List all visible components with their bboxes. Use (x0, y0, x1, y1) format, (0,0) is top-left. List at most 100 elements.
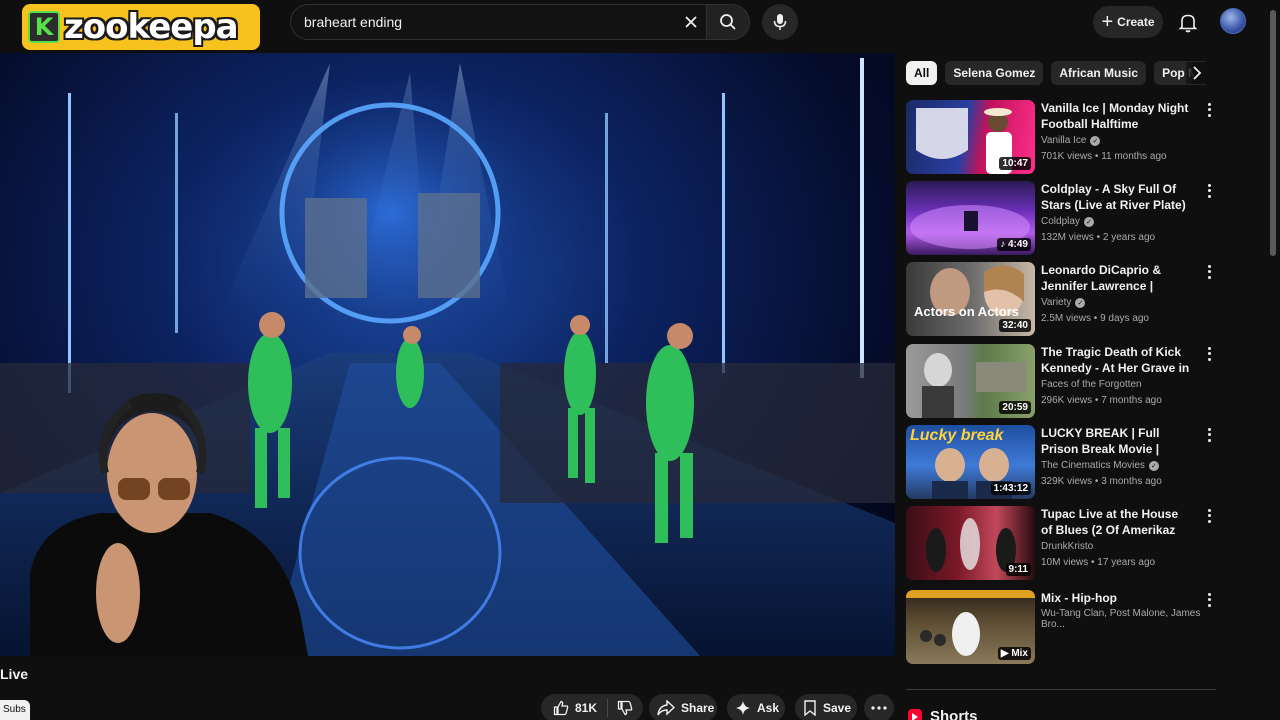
video-meta: 296K views • 7 months ago (1041, 395, 1162, 406)
channel-name-text: Coldplay (1041, 216, 1080, 227)
create-label: Create (1117, 15, 1155, 29)
video-title[interactable]: Vanilla Ice | Monday Night Football Half… (1041, 100, 1191, 132)
search-button[interactable] (706, 4, 750, 40)
channel-name-text: Wu-Tang Clan, Post Malone, James Bro... (1041, 608, 1201, 630)
video-title[interactable]: The Tragic Death of Kick Kennedy - At He… (1041, 344, 1191, 376)
search-input[interactable] (291, 14, 676, 30)
more-options-icon[interactable] (1204, 183, 1214, 199)
shorts-header[interactable]: Shorts (908, 708, 978, 720)
video-meta: 701K views • 11 months ago (1041, 151, 1167, 162)
clear-search-icon[interactable] (676, 7, 706, 37)
video-title[interactable]: Coldplay - A Sky Full Of Stars (Live at … (1041, 181, 1191, 213)
shorts-label: Shorts (930, 708, 978, 720)
thumbnail[interactable]: 10:47 (906, 100, 1035, 174)
video-title[interactable]: Tupac Live at the House of Blues (2 Of A… (1041, 506, 1191, 538)
more-options-icon[interactable] (1204, 264, 1214, 280)
thumbnail[interactable]: 20:59 (906, 344, 1035, 418)
dislike-button[interactable] (608, 700, 633, 716)
thumbnail[interactable]: Lucky break 1:43:12 (906, 425, 1035, 499)
logo-letter: K (28, 11, 60, 43)
subscribe-button[interactable]: Subs (0, 700, 30, 720)
share-icon (657, 700, 675, 716)
more-options-icon[interactable] (1204, 102, 1214, 118)
logo-text: zookeepa (64, 7, 239, 47)
avatar[interactable] (1220, 8, 1246, 34)
chips-next-button[interactable] (1186, 62, 1208, 84)
mix-label: Mix (1011, 648, 1028, 659)
chip-african-music[interactable]: African Music (1051, 61, 1147, 85)
video-player[interactable] (0, 53, 895, 656)
list-item[interactable]: Actors on Actors 32:40 Leonardo DiCaprio… (906, 262, 1220, 337)
more-options-icon[interactable] (1204, 592, 1214, 608)
like-dislike-group: 81K (541, 694, 643, 720)
list-item[interactable]: 20:59 The Tragic Death of Kick Kennedy -… (906, 344, 1220, 419)
more-options-icon[interactable] (1204, 508, 1214, 524)
search-box (290, 4, 710, 40)
list-item[interactable]: ♪ 4:49 Coldplay - A Sky Full Of Stars (L… (906, 181, 1220, 256)
channel-name[interactable]: Wu-Tang Clan, Post Malone, James Bro... (1041, 608, 1220, 630)
more-actions-button[interactable] (864, 694, 894, 720)
chip-all[interactable]: All (906, 61, 938, 85)
verified-icon: ✓ (1148, 460, 1159, 471)
list-item[interactable]: ▶ Mix Mix - Hip-hop Wu-Tang Clan, Post M… (906, 590, 1220, 665)
live-label: Live (0, 666, 29, 682)
more-horizontal-icon (871, 706, 887, 710)
video-duration: ▶ Mix (997, 647, 1031, 660)
video-duration: 9:11 (1005, 563, 1031, 576)
channel-name[interactable]: The Cinematics Movies ✓ (1041, 460, 1159, 471)
video-meta: 2.5M views • 9 days ago (1041, 313, 1149, 324)
notifications-button[interactable] (1176, 10, 1200, 34)
divider (906, 689, 1216, 690)
create-button[interactable]: + Create (1093, 6, 1163, 38)
channel-name[interactable]: Variety ✓ (1041, 297, 1086, 308)
channel-name[interactable]: DrunkKristo (1041, 541, 1093, 552)
channel-name-text: Variety (1041, 297, 1072, 308)
voice-search-button[interactable] (762, 4, 798, 40)
thumbs-down-icon (617, 700, 633, 716)
thumbnail-overlay-text: Actors on Actors (914, 304, 1019, 319)
video-frame-stage (0, 58, 895, 656)
plus-icon: + (1101, 11, 1114, 33)
thumbnail[interactable]: Actors on Actors 32:40 (906, 262, 1035, 336)
video-title[interactable]: LUCKY BREAK | Full Prison Break Movie | … (1041, 425, 1191, 457)
save-button[interactable]: Save (795, 694, 857, 720)
shorts-icon (908, 708, 922, 720)
chip-selena-gomez[interactable]: Selena Gomez (945, 61, 1044, 85)
scrollbar[interactable] (1270, 10, 1276, 256)
chevron-right-icon (1193, 66, 1202, 80)
share-button[interactable]: Share (649, 694, 717, 720)
more-options-icon[interactable] (1204, 427, 1214, 443)
video-title[interactable]: Mix - Hip-hop (1041, 590, 1191, 606)
search-icon (720, 14, 736, 30)
channel-name-text: Vanilla Ice (1041, 135, 1087, 146)
bell-icon (1178, 14, 1198, 33)
sparkle-icon (735, 700, 751, 716)
channel-name[interactable]: Faces of the Forgotten (1041, 379, 1142, 390)
video-title[interactable]: Leonardo DiCaprio & Jennifer Lawrence | … (1041, 262, 1191, 294)
channel-name-text: The Cinematics Movies (1041, 460, 1145, 471)
bookmark-icon (803, 700, 817, 716)
share-label: Share (681, 701, 715, 715)
channel-name[interactable]: Vanilla Ice ✓ (1041, 135, 1101, 146)
thumbnail[interactable]: ♪ 4:49 (906, 181, 1035, 255)
channel-name[interactable]: Coldplay ✓ (1041, 216, 1094, 227)
video-meta: 10M views • 17 years ago (1041, 557, 1156, 568)
mix-icon: ▶ (1000, 648, 1012, 659)
like-count: 81K (575, 701, 598, 715)
channel-logo[interactable]: K zookeepa (22, 4, 260, 50)
list-item[interactable]: 9:11 Tupac Live at the House of Blues (2… (906, 506, 1220, 581)
channel-name-text: DrunkKristo (1041, 541, 1094, 552)
thumbnail[interactable]: 9:11 (906, 506, 1035, 580)
save-label: Save (823, 701, 852, 715)
video-duration: 20:59 (999, 401, 1031, 414)
verified-icon: ✓ (1075, 297, 1086, 308)
thumbnail[interactable]: ▶ Mix (906, 590, 1035, 664)
ask-button[interactable]: Ask (727, 694, 785, 720)
list-item[interactable]: 10:47 Vanilla Ice | Monday Night Footbal… (906, 100, 1220, 175)
thumbs-up-icon (553, 700, 569, 716)
ask-label: Ask (757, 701, 780, 715)
list-item[interactable]: Lucky break 1:43:12 LUCKY BREAK | Full P… (906, 425, 1220, 500)
like-button[interactable]: 81K (541, 699, 609, 717)
more-options-icon[interactable] (1204, 346, 1214, 362)
verified-icon: ✓ (1090, 135, 1101, 146)
